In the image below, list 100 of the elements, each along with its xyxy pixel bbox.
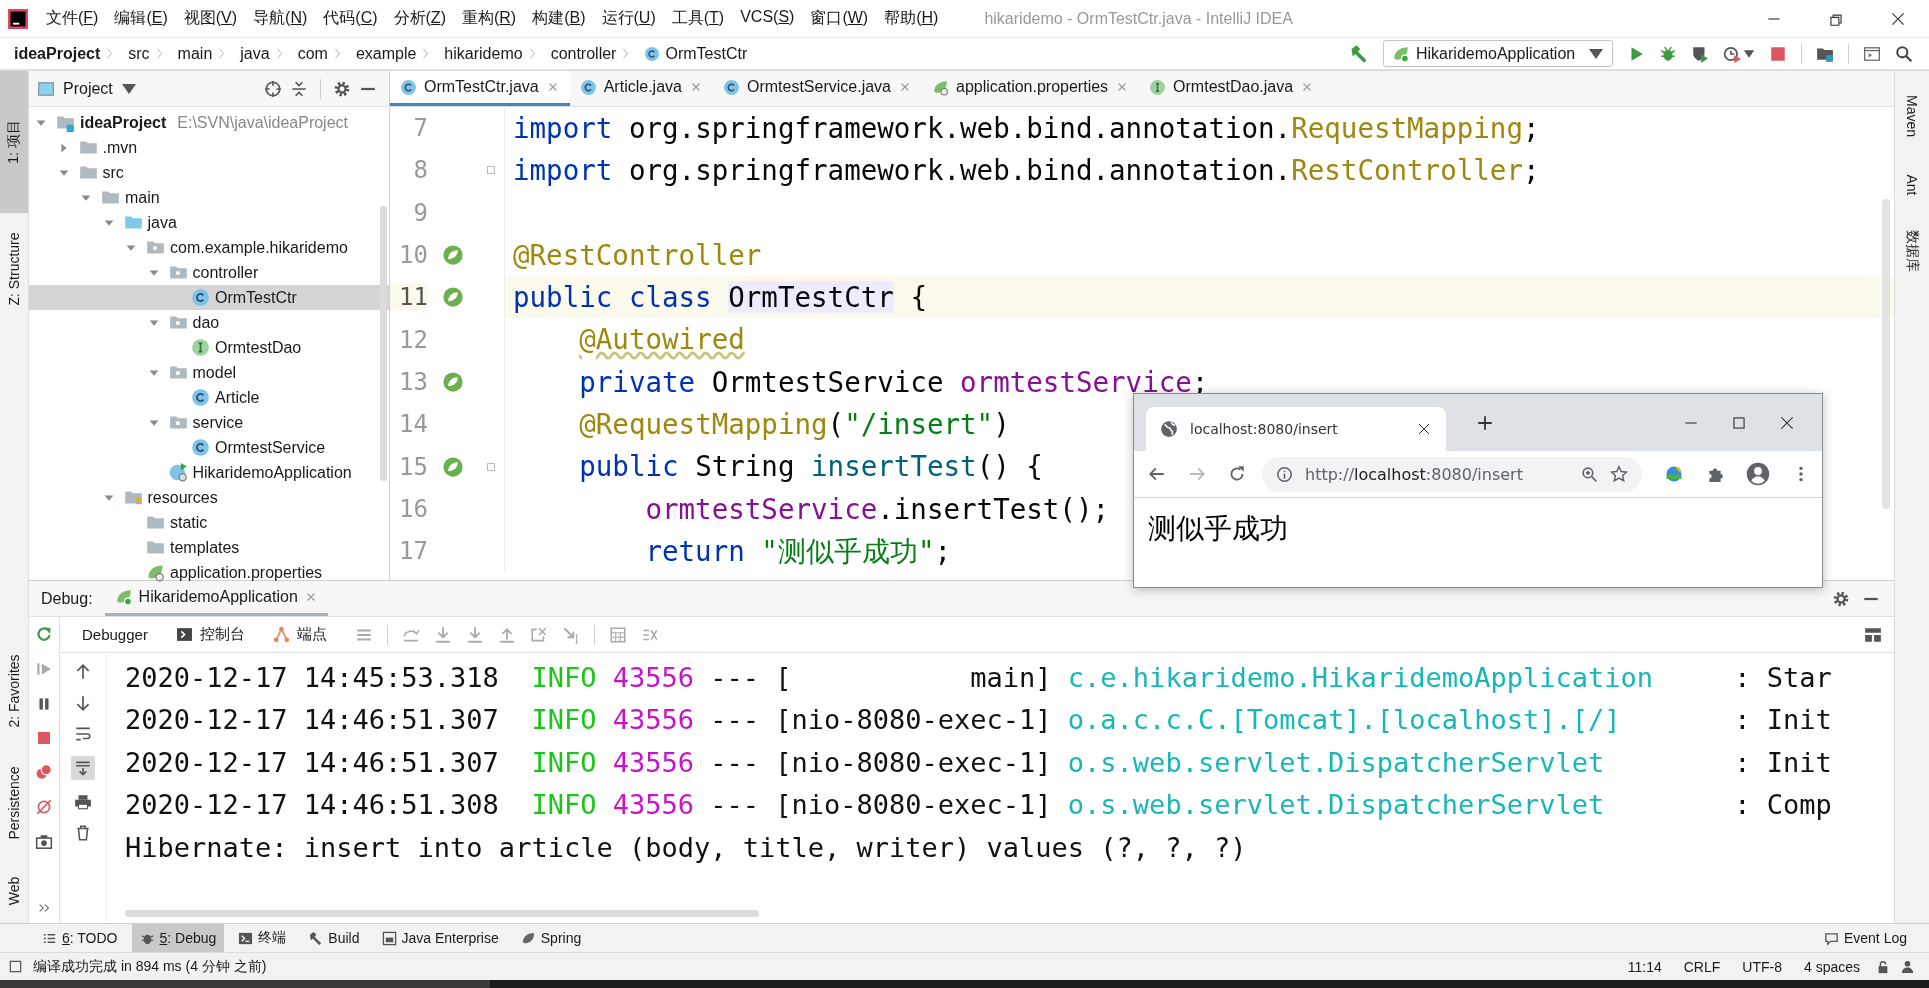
breakpoints-icon[interactable] [35,763,53,781]
address-bar[interactable]: http://localhost:8080/insert [1262,456,1642,492]
resume-icon[interactable] [35,660,53,678]
window-icon[interactable] [1863,44,1881,63]
menu-item[interactable]: 分析(Z) [385,8,454,29]
editor-tab[interactable]: OrmTestCtr.java [390,71,570,106]
breadcrumb[interactable]: src [128,44,150,63]
editor-tab[interactable]: application.properties [922,71,1140,106]
calculator-icon[interactable] [608,625,627,644]
menu-item[interactable]: 工具(T) [663,8,733,29]
debug-icon[interactable] [1659,44,1677,63]
tool-window-button[interactable]: Java Enterprise [373,924,507,952]
tool-window-button[interactable]: Web [0,859,28,923]
menu-item[interactable]: 编辑(E) [106,8,176,29]
stop-icon[interactable] [1769,44,1787,63]
menu-item[interactable]: 代码(C) [315,8,386,29]
tool-window-button[interactable]: Persistence [0,747,28,859]
clock-icon[interactable] [1723,44,1741,63]
scrollbar-thumb[interactable] [125,910,759,917]
debug-tab[interactable]: Debugger [82,626,148,643]
tool-window-button[interactable]: 5: Debug [131,924,225,952]
shield-icon[interactable] [1691,44,1709,63]
wrap-icon[interactable] [74,725,92,743]
settings-icon[interactable] [333,79,351,98]
avatar-icon[interactable] [1746,462,1770,486]
forward-arrow-icon[interactable] [1188,465,1206,483]
debug-tab[interactable]: 控制台 [175,625,245,644]
target-icon[interactable] [264,79,282,98]
editor-tab[interactable]: OrmtestService.java [712,71,922,106]
event-log-button[interactable]: Event Log [1815,924,1915,952]
debug-tab[interactable]: 端点 [272,625,327,644]
tool-window-button[interactable]: 数据库 [1897,219,1927,283]
settings-icon[interactable] [1832,589,1850,608]
new-tab-icon[interactable] [1476,413,1494,432]
step-into-icon[interactable] [433,625,452,644]
lock-icon[interactable] [1876,959,1890,974]
breadcrumb[interactable]: hikaridemo [444,44,523,63]
tree-item[interactable]: com.example.hikaridemo [29,235,389,260]
search-icon[interactable] [1895,44,1913,63]
panel-title[interactable]: Project [63,79,113,98]
star-icon[interactable] [1610,465,1628,483]
tool-window-button[interactable]: Build [300,924,368,952]
session-tab[interactable]: HikaridemoApplication [104,581,328,616]
breadcrumb[interactable]: main [177,44,213,63]
menu-item[interactable]: 帮助(H) [876,8,947,29]
menu-item[interactable]: 重构(R) [453,8,525,29]
editor-tab[interactable]: Article.java [569,71,713,106]
menu-item[interactable]: 运行(U) [593,8,664,29]
run-configuration-dropdown[interactable]: HikaridemoApplication [1383,40,1613,67]
tree-item[interactable]: OrmtestService [29,435,389,460]
editor-tab[interactable]: OrmtestDao.java [1139,71,1325,106]
breadcrumb[interactable]: com [297,44,328,63]
close-icon[interactable] [1416,421,1432,437]
step-into-icon[interactable] [465,625,484,644]
status-item[interactable]: CRLF [1677,958,1727,975]
menu-item[interactable]: 窗口(W) [802,8,877,29]
tool-window-button[interactable]: 终端 [230,924,295,952]
breadcrumb[interactable]: OrmTestCtr [665,44,748,63]
tree-item[interactable]: resources [29,485,389,510]
tree-item[interactable]: src [29,160,389,185]
tool-window-button[interactable]: Z: Structure [0,213,28,325]
tree-item[interactable]: Article [29,385,389,410]
more-icon[interactable] [37,901,51,915]
tree-item[interactable]: service [29,410,389,435]
trash-icon[interactable] [74,824,92,842]
status-item[interactable]: UTF-8 [1736,958,1788,975]
run-to-cursor-icon[interactable] [561,625,580,644]
tool-window-button[interactable]: Ant [1897,163,1927,207]
breadcrumb[interactable]: java [240,44,270,63]
globe-icon[interactable] [1664,464,1684,484]
breadcrumb[interactable]: controller [550,44,617,63]
breadcrumb[interactable]: ideaProject [14,44,101,63]
tree-item[interactable]: dao [29,310,389,335]
up-arrow-icon[interactable] [74,663,92,681]
status-item[interactable]: 11:14 [1621,958,1668,975]
square-icon[interactable] [8,959,23,974]
camera-icon[interactable] [35,833,53,851]
menu-item[interactable]: 文件(F) [38,8,107,29]
collapse-icon[interactable] [290,79,308,98]
tree-item[interactable]: controller [29,260,389,285]
tree-item[interactable]: HikaridemoApplication [29,460,389,485]
scrollbar-thumb[interactable] [1882,199,1890,509]
printer-icon[interactable] [74,793,92,811]
rerun-icon[interactable] [35,625,53,643]
bean-icon[interactable] [442,286,464,309]
tool-window-button[interactable]: 2: Favorites [0,635,28,747]
reload-icon[interactable] [1228,465,1246,483]
tool-window-button[interactable]: Spring [512,924,590,952]
bean-icon[interactable] [442,370,464,393]
breadcrumb[interactable]: example [355,44,417,63]
bean-icon[interactable] [442,244,464,267]
bean-icon[interactable] [442,455,464,478]
tree-item[interactable]: model [29,360,389,385]
person-icon[interactable] [1900,959,1915,974]
scroll-to-end-button[interactable] [71,756,95,780]
mute-icon[interactable] [35,798,53,816]
drop-frame-icon[interactable] [529,625,548,644]
tool-window-button[interactable]: 6: TODO [34,924,126,952]
tree-item[interactable]: OrmtestDao [29,335,389,360]
tree-item[interactable]: main [29,185,389,210]
